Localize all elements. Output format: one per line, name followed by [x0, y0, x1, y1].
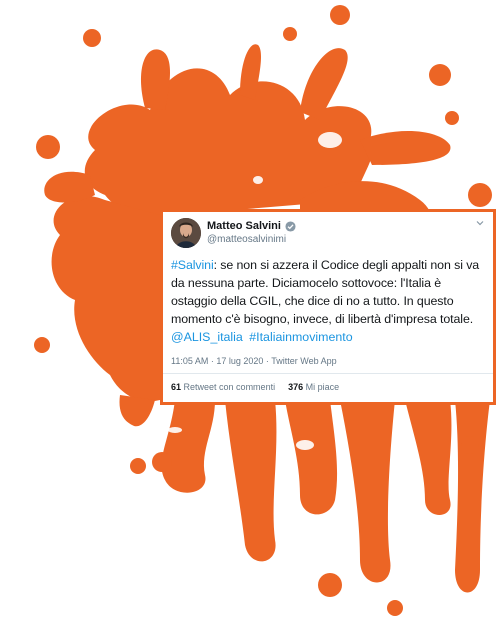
tweet-card: Matteo Salvini @matteosalvinimi #Salvini… — [160, 209, 496, 405]
avatar[interactable] — [171, 218, 201, 248]
verified-badge-icon — [285, 220, 296, 232]
likes-count: 376 — [288, 382, 304, 392]
avatar-portrait-icon — [171, 218, 201, 248]
author-name[interactable]: Matteo Salvini — [207, 220, 281, 232]
hashtag-link-2[interactable]: #Italiainmovimento — [249, 330, 352, 344]
author-name-row: Matteo Salvini — [207, 220, 296, 232]
retweets-count: 61 — [171, 382, 182, 392]
likes-stat[interactable]: 376 Mi piace — [288, 382, 339, 392]
chevron-down-icon[interactable] — [475, 218, 485, 228]
retweets-label: Retweet con commenti — [183, 382, 276, 392]
retweets-stat[interactable]: 61 Retweet con commenti — [171, 382, 275, 392]
author-handle[interactable]: @matteosalvinimi — [207, 234, 296, 245]
tweet-text: #Salvini: se non si azzera il Codice deg… — [171, 256, 485, 328]
likes-label: Mi piace — [305, 382, 340, 392]
tweet-stats: 61 Retweet con commenti 376 Mi piace — [171, 374, 485, 392]
mention-link[interactable]: @ALIS_italia — [171, 330, 243, 344]
hashtag-link[interactable]: #Salvini — [171, 258, 214, 272]
tweet-body: : se non si azzera il Codice degli appal… — [171, 258, 480, 326]
tweet-links: @ALIS_italia #Italiainmovimento — [171, 328, 485, 346]
author: Matteo Salvini @matteosalvinimi — [207, 220, 296, 245]
tweet-header: Matteo Salvini @matteosalvinimi — [171, 218, 485, 252]
tweet-timestamp[interactable]: 11:05 AM · 17 lug 2020 · Twitter Web App — [171, 356, 485, 366]
